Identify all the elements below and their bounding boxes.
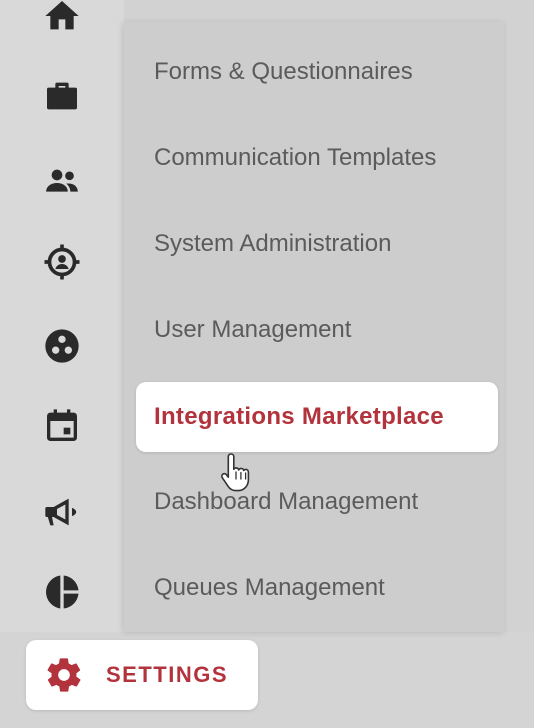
menu-item-dashboard-management[interactable]: Dashboard Management: [154, 482, 418, 522]
apps-circle-icon[interactable]: [40, 324, 84, 368]
hand-pointer-icon: [218, 450, 258, 494]
target-person-icon[interactable]: [40, 240, 84, 284]
gear-icon: [47, 658, 81, 692]
calendar-icon[interactable]: [40, 404, 84, 448]
menu-item-communication-templates[interactable]: Communication Templates: [154, 138, 436, 178]
people-icon[interactable]: [40, 158, 84, 202]
settings-submenu: Forms & Questionnaires Communication Tem…: [124, 22, 504, 632]
menu-item-system-administration[interactable]: System Administration: [154, 224, 391, 264]
settings-label: SETTINGS: [106, 662, 229, 687]
pie-chart-icon[interactable]: [40, 570, 84, 614]
menu-item-queues-management[interactable]: Queues Management: [154, 568, 385, 608]
menu-item-forms-questionnaires[interactable]: Forms & Questionnaires: [154, 52, 413, 92]
menu-item-user-management[interactable]: User Management: [154, 310, 351, 350]
settings-button[interactable]: SETTINGS: [26, 640, 258, 710]
megaphone-icon[interactable]: [40, 490, 84, 534]
briefcase-icon[interactable]: [40, 74, 84, 118]
home-icon[interactable]: [40, 0, 84, 38]
menu-item-integrations-marketplace[interactable]: Integrations Marketplace: [136, 382, 498, 452]
